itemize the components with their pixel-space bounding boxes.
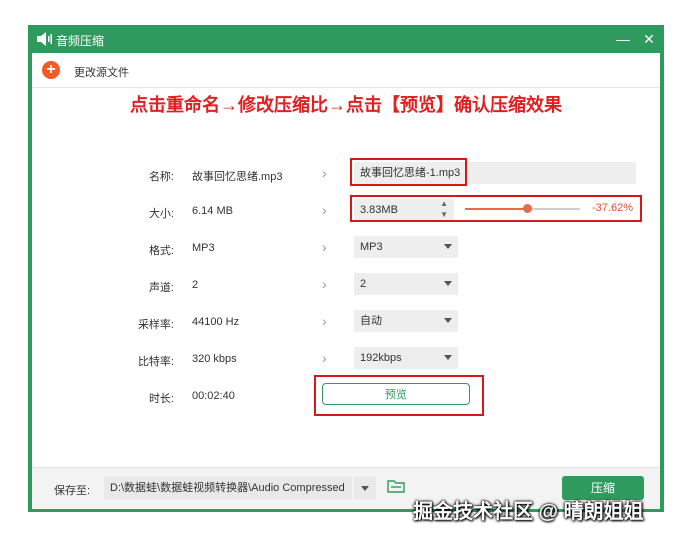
chevron-down-icon [444,355,452,360]
watermark: 掘金技术社区 @ 晴朗姐姐 [413,501,644,523]
chevron-right-icon: › [322,202,327,218]
format-label: 格式: [148,245,174,257]
original-channels: 2 [192,279,199,291]
duration-value: 00:02:40 [192,390,235,402]
bitrate-select[interactable]: 192kbps [354,347,458,369]
highlight-preview [314,375,484,416]
name-label: 名称: [148,171,174,183]
chevron-right-icon: › [322,350,327,366]
samplerate-label: 采样率: [137,319,174,331]
chevron-right-icon: › [322,276,327,292]
chevron-right-icon: › [322,239,327,255]
app-window: 音频压缩 — ✕ + 更改源文件 点击重命名→修改压缩比→点击【预览】确认压缩效… [28,25,664,512]
original-size: 6.14 MB [192,205,233,217]
window-title: 音频压缩 [56,34,105,48]
chevron-down-icon [444,281,452,286]
minimize-button[interactable]: — [612,28,634,50]
original-samplerate: 44100 Hz [192,316,240,328]
highlight-size [350,195,642,222]
format-select[interactable]: MP3 [354,236,458,258]
format-value: MP3 [360,241,383,253]
original-format: MP3 [192,242,215,254]
audio-icon [37,32,52,46]
channels-value: 2 [360,278,367,290]
chevron-down-icon [361,486,369,491]
bitrate-label: 比特率: [137,356,174,368]
samplerate-select[interactable]: 自动 [354,310,458,332]
title-bar: 音频压缩 — ✕ [28,25,664,53]
chevron-right-icon: › [322,165,327,181]
instruction-annotation: 点击重命名→修改压缩比→点击【预览】确认压缩效果 [130,95,562,115]
output-path-field[interactable]: D:\数据蛙\数据蛙视频转换器\Audio Compressed [104,477,352,499]
channels-select[interactable]: 2 [354,273,458,295]
original-bitrate: 320 kbps [192,353,237,365]
original-name: 故事回忆思绪.mp3 [192,171,283,183]
change-source-button[interactable]: 更改源文件 [74,64,129,80]
add-icon[interactable]: + [42,61,60,79]
save-to-label: 保存至: [54,485,91,497]
highlight-rename [350,158,467,186]
bitrate-value: 192kbps [360,352,402,364]
chevron-down-icon [444,244,452,249]
folder-icon[interactable] [387,479,405,493]
path-dropdown[interactable] [354,477,376,499]
size-label: 大小: [148,208,174,220]
samplerate-value: 自动 [360,315,382,327]
channels-label: 声道: [148,282,174,294]
main-panel: + 更改源文件 点击重命名→修改压缩比→点击【预览】确认压缩效果 名称: 故事回… [32,53,660,509]
chevron-down-icon [444,318,452,323]
toolbar: + 更改源文件 [32,53,660,88]
close-button[interactable]: ✕ [638,28,660,50]
chevron-right-icon: › [322,313,327,329]
duration-label: 时长: [148,393,174,405]
